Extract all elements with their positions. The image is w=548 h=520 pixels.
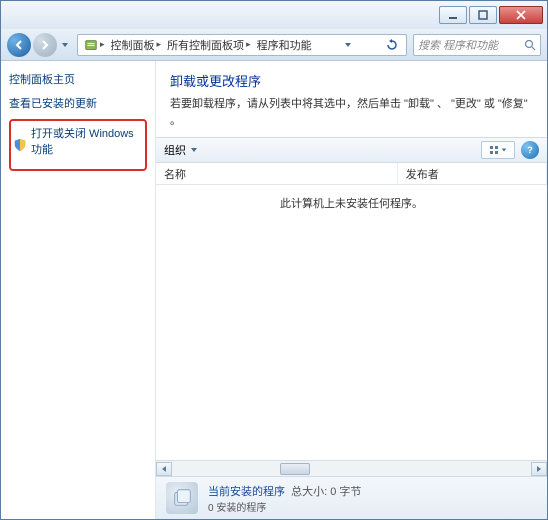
details-pane: 当前安装的程序 总大小: 0 字节 0 安装的程序 — [156, 477, 547, 519]
sidebar: 控制面板主页 查看已安装的更新 打开或关闭 Windows 功能 — [1, 61, 156, 519]
maximize-button[interactable] — [469, 6, 497, 24]
column-publisher[interactable]: 发布者 — [398, 163, 547, 184]
help-icon: ? — [524, 144, 536, 156]
footer-size-label: 总大小: — [291, 486, 327, 498]
titlebar — [1, 1, 547, 29]
nav-forward-button[interactable] — [33, 33, 57, 57]
minimize-button[interactable] — [439, 6, 467, 24]
chevron-down-icon — [190, 146, 198, 154]
breadcrumb[interactable]: ▸ 控制面板 ▸ 所有控制面板项 ▸ 程序和功能 — [77, 34, 407, 56]
sidebar-home-link[interactable]: 控制面板主页 — [9, 71, 147, 87]
page-description: 若要卸载程序，请从列表中将其选中，然后单击 "卸载" 、 "更改" 或 "修复"… — [170, 96, 533, 129]
breadcrumb-label: 程序和功能 — [257, 37, 312, 53]
empty-message: 此计算机上未安装任何程序。 — [156, 185, 547, 221]
organize-button[interactable]: 组织 — [164, 142, 198, 158]
view-selector[interactable] — [481, 141, 515, 159]
column-label: 名称 — [164, 166, 186, 182]
close-button[interactable] — [499, 6, 543, 24]
scrollbar-horizontal[interactable] — [156, 460, 547, 476]
scroll-left-button[interactable] — [156, 462, 172, 476]
search-input[interactable]: 搜索 程序和功能 — [413, 34, 541, 56]
nav-arrows — [7, 33, 71, 57]
sidebar-features-highlight: 打开或关闭 Windows 功能 — [9, 119, 147, 171]
nav-back-button[interactable] — [7, 33, 31, 57]
refresh-button[interactable] — [382, 39, 402, 51]
breadcrumb-label: 所有控制面板项 — [167, 37, 244, 53]
body: 控制面板主页 查看已安装的更新 打开或关闭 Windows 功能 卸载或更改程序… — [1, 61, 547, 519]
nav-history-dropdown[interactable] — [59, 41, 71, 49]
footer-size-value: 0 字节 — [330, 486, 361, 498]
page-title: 卸载或更改程序 — [170, 71, 533, 90]
breadcrumb-label: 控制面板 — [111, 37, 155, 53]
breadcrumb-seg-3[interactable]: 程序和功能 — [255, 37, 314, 53]
main: 卸载或更改程序 若要卸载程序，请从列表中将其选中，然后单击 "卸载" 、 "更改… — [156, 61, 547, 519]
svg-text:?: ? — [527, 145, 533, 155]
search-icon — [524, 39, 536, 51]
breadcrumb-seg-1[interactable]: 控制面板 ▸ — [109, 37, 164, 53]
scroll-right-button[interactable] — [531, 462, 547, 476]
column-name[interactable]: 名称 — [156, 163, 398, 184]
column-headers: 名称 发布者 — [156, 163, 547, 185]
search-placeholder: 搜索 程序和功能 — [418, 37, 520, 53]
help-button[interactable]: ? — [521, 141, 539, 159]
footer-title: 当前安装的程序 — [208, 486, 285, 498]
toolbar: 组织 ? — [156, 137, 547, 163]
control-panel-window: ▸ 控制面板 ▸ 所有控制面板项 ▸ 程序和功能 搜索 程序和功能 — [0, 0, 548, 520]
program-list: 名称 发布者 此计算机上未安装任何程序。 — [156, 163, 547, 477]
navbar: ▸ 控制面板 ▸ 所有控制面板项 ▸ 程序和功能 搜索 程序和功能 — [1, 29, 547, 61]
main-header: 卸载或更改程序 若要卸载程序，请从列表中将其选中，然后单击 "卸载" 、 "更改… — [156, 61, 547, 137]
sidebar-features-link[interactable]: 打开或关闭 Windows 功能 — [31, 125, 143, 157]
column-label: 发布者 — [406, 166, 439, 182]
footer-count: 0 安装的程序 — [208, 499, 361, 514]
organize-label: 组织 — [164, 142, 186, 158]
shield-icon — [13, 138, 27, 152]
programs-icon — [166, 482, 198, 514]
view-icon — [489, 145, 499, 155]
scroll-thumb[interactable] — [280, 463, 310, 475]
breadcrumb-dropdown[interactable] — [340, 41, 356, 49]
breadcrumb-seg-2[interactable]: 所有控制面板项 ▸ — [165, 37, 253, 53]
sidebar-updates-link[interactable]: 查看已安装的更新 — [9, 95, 147, 111]
chevron-down-icon — [501, 147, 507, 153]
breadcrumb-icon[interactable]: ▸ — [82, 38, 107, 52]
footer-text: 当前安装的程序 总大小: 0 字节 0 安装的程序 — [208, 483, 361, 514]
